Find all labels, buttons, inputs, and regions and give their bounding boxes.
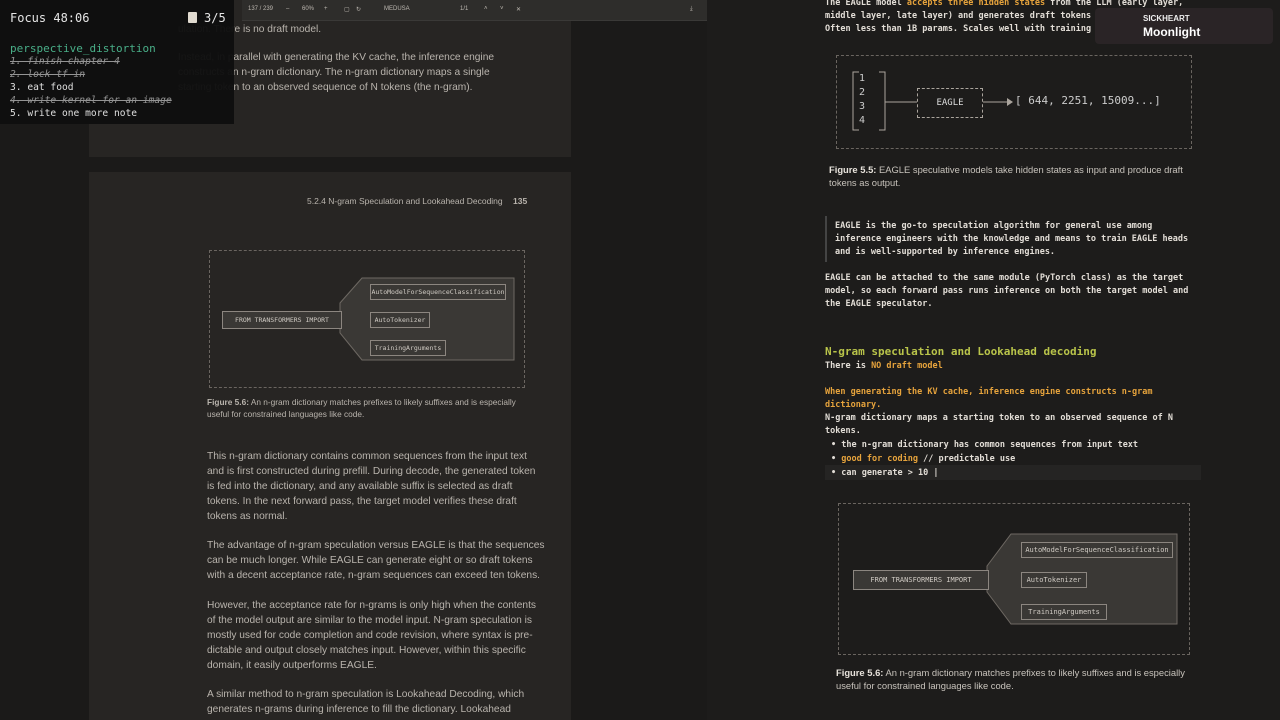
note-line: When generating the KV cache, inference … [825, 387, 1153, 397]
match-count: 1/1 [460, 6, 469, 12]
fig-item: AutoModelForSequenceClassification [370, 284, 506, 300]
todo-progress: 3/5 [204, 11, 226, 25]
fig-item: AutoModelForSequenceClassification [1021, 542, 1173, 558]
hidden-state-vector: 1234 [859, 73, 866, 126]
import-box: FROM TRANSFORMERS IMPORT [222, 311, 342, 329]
pdf-toolbar: 137 / 239 – 60% + ▢ ↻ MEDUSA 1/1 ˄ ˅ ✕ ⤓ [242, 0, 707, 21]
page-text: domain, it easily outperforms EAGLE. [207, 660, 377, 671]
close-search-icon[interactable]: ✕ [516, 6, 521, 13]
note-line: middle layer, late layer) and generates … [825, 11, 1092, 21]
page-header: 5.2.4 N-gram Speculation and Lookahead D… [307, 196, 503, 206]
figure-caption: Figure 5.6: An n-gram dictionary matches… [836, 667, 1185, 691]
focus-timer-panel: Focus 48:06 3/5 perspective_distortion 1… [0, 0, 234, 124]
figure-caption: Figure 5.6: An n-gram dictionary matches… [207, 397, 516, 419]
bullet-item-editing[interactable]: • can generate > 10 | [831, 467, 938, 480]
zoom-out-button[interactable]: – [286, 6, 289, 12]
todo-item[interactable]: 2. lock tf in [10, 69, 85, 80]
prev-match-icon[interactable]: ˄ [484, 6, 488, 12]
note-line: There is NO draft model [825, 361, 943, 371]
note-line: EAGLE can be attached to the same module… [825, 273, 1184, 283]
fig-item: AutoTokenizer [1021, 572, 1087, 588]
page-text: A similar method to n-gram speculation i… [207, 689, 525, 700]
eagle-box: EAGLE [917, 88, 983, 118]
note-heading: N-gram speculation and Lookahead decodin… [825, 345, 1097, 358]
page-text: The advantage of n-gram speculation vers… [207, 540, 545, 551]
page-text: tokens as normal. [207, 511, 288, 522]
download-icon[interactable]: ⤓ [690, 6, 693, 13]
note-line: N-gram dictionary maps a starting token … [825, 413, 1173, 423]
import-box: FROM TRANSFORMERS IMPORT [853, 570, 989, 590]
fig-item: TrainingArguments [1021, 604, 1107, 620]
page-text: is fed into the dictionary, and any avai… [207, 481, 513, 492]
artist-name: SICKHEART [1143, 14, 1190, 23]
page-text: of the model output are similar to the m… [207, 615, 533, 626]
eagle-figure: 1234 EAGLE [ 644, 2251, 15009...] [836, 55, 1192, 149]
todo-item[interactable]: 3. eat food [10, 82, 74, 93]
note-line: the EAGLE speculator. [825, 299, 933, 309]
fig-item: TrainingArguments [370, 340, 446, 356]
todo-item[interactable]: 5. write one more note [10, 108, 137, 119]
next-match-icon[interactable]: ˅ [500, 6, 504, 12]
page-text: generates n-grams during inference to fi… [207, 704, 511, 715]
page-text: mostly used for code completion and code… [207, 630, 533, 641]
page-input[interactable]: 137 / 239 [248, 6, 273, 12]
search-field[interactable]: MEDUSA [384, 6, 410, 12]
note-line: EAGLE is the go-to speculation algorithm… [835, 221, 1153, 231]
page-number: 135 [513, 196, 528, 206]
bullet-item: • the n-gram dictionary has common seque… [831, 440, 1139, 450]
pdf-page-135: 5.2.4 N-gram Speculation and Lookahead D… [89, 172, 571, 720]
note-line: dictionary. [825, 400, 882, 410]
zoom-level[interactable]: 60% [302, 6, 314, 12]
ngram-figure: FROM TRANSFORMERS IMPORT AutoModelForSeq… [209, 250, 525, 388]
ngram-figure: FROM TRANSFORMERS IMPORT AutoModelForSeq… [838, 503, 1190, 655]
todo-item[interactable]: 4. write kernel for an image [10, 95, 172, 106]
note-line: inference engineers with the knowledge a… [835, 234, 1189, 244]
track-title: Moonlight [1143, 25, 1201, 39]
todo-list-title: perspective_distortion [10, 42, 156, 55]
todo-item[interactable]: 1. finish chapter 4 [10, 56, 120, 67]
notepad-icon [188, 12, 197, 23]
figure-caption: Figure 5.5: EAGLE speculative models tak… [829, 164, 1183, 188]
page-text: However, the acceptance rate for n-grams… [207, 600, 537, 611]
zoom-in-button[interactable]: + [324, 6, 328, 12]
page-text: with a decent acceptance rate, n-gram se… [207, 570, 540, 581]
page-text: dictable and output closely matches inpu… [207, 645, 526, 656]
focus-timer: Focus 48:06 [10, 11, 90, 25]
note-line: tokens. [825, 426, 861, 436]
note-line: Often less than 1B params. Scales well w… [825, 24, 1092, 34]
fit-page-icon[interactable]: ▢ [344, 6, 350, 13]
draft-token-output: [ 644, 2251, 15009...] [1015, 94, 1161, 107]
fig-item: AutoTokenizer [370, 312, 430, 328]
note-line: model, so each forward pass runs inferen… [825, 286, 1189, 296]
page-text: can be much longer. While EAGLE can gene… [207, 555, 533, 566]
rotate-icon[interactable]: ↻ [356, 6, 361, 13]
page-text: tokens. In the next forward pass, the ta… [207, 496, 517, 507]
notes-editor[interactable]: The EAGLE model accepts three hidden sta… [707, 0, 1280, 720]
page-text: This n-gram dictionary contains common s… [207, 451, 527, 462]
quote-bar [825, 216, 827, 262]
note-line: and is well-supported by inference engin… [835, 247, 1056, 257]
now-playing-widget[interactable]: SICKHEART Moonlight [1095, 8, 1273, 44]
page-text: and is first constructed during prefill.… [207, 466, 536, 477]
